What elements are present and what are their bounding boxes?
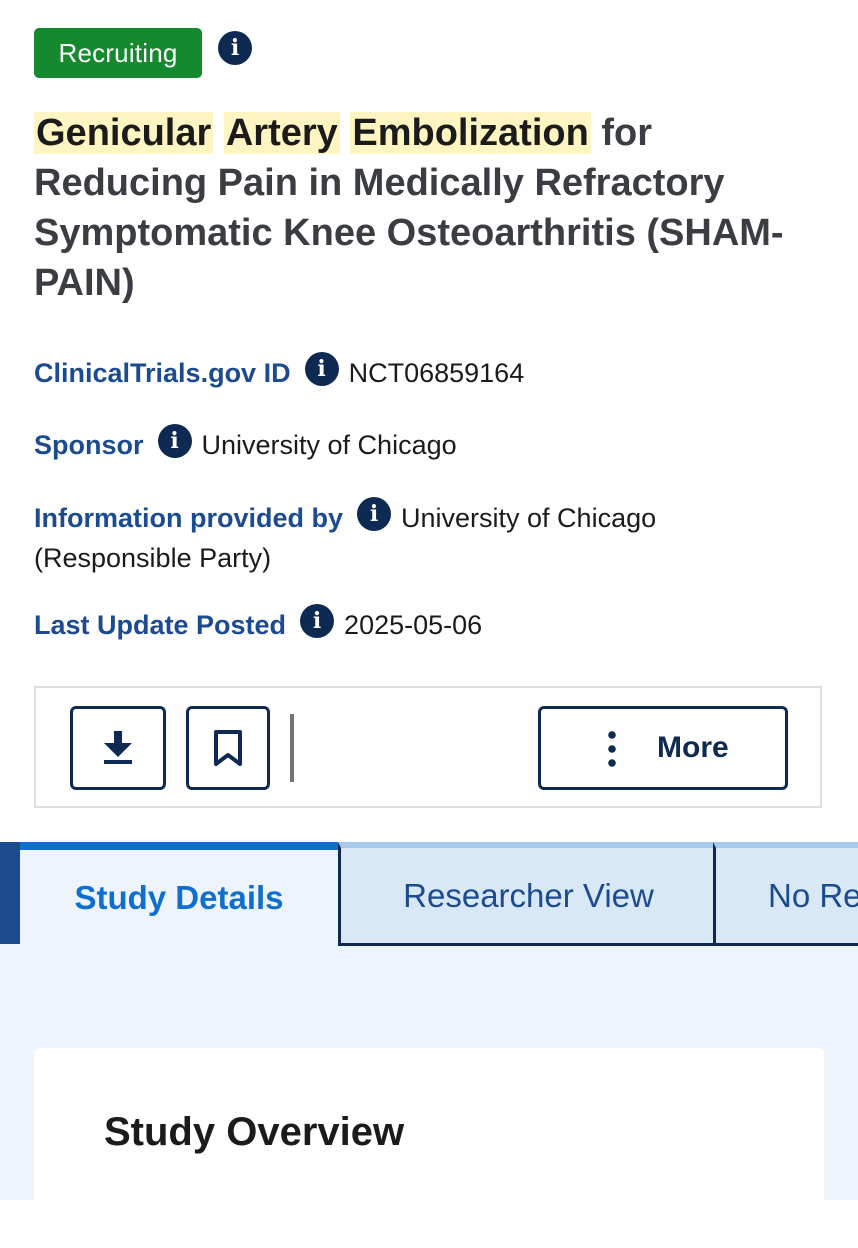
title-text: for bbox=[601, 112, 653, 154]
info-icon[interactable]: i bbox=[300, 604, 335, 638]
tab-strip: Study Details Researcher View No Re bbox=[0, 842, 858, 946]
bookmark-button[interactable] bbox=[186, 706, 270, 790]
divider bbox=[290, 714, 294, 782]
status-row: Recruiting i bbox=[34, 28, 252, 78]
study-overview-card: Study Overview bbox=[34, 1048, 824, 1248]
info-icon[interactable]: i bbox=[157, 424, 192, 458]
tab-researcher-view[interactable]: Researcher View bbox=[338, 842, 716, 946]
tab-strip-edge bbox=[0, 842, 20, 944]
action-bar: More bbox=[34, 686, 822, 808]
download-button[interactable] bbox=[70, 706, 166, 790]
bookmark-icon bbox=[214, 730, 242, 766]
download-icon bbox=[104, 731, 132, 764]
info-icon[interactable]: i bbox=[218, 31, 252, 65]
meta-last-update-row: Last Update Posted i 2025-05-06 bbox=[34, 604, 482, 645]
meta-value: 2025-05-06 bbox=[344, 610, 483, 640]
meta-info-provider-row: Information provided by i University of Ch… bbox=[34, 497, 656, 578]
meta-id-row: ClinicalTrials.gov ID i NCT06859164 bbox=[34, 352, 524, 393]
meta-label: Information provided by bbox=[34, 503, 344, 533]
meta-label: Last Update Posted bbox=[34, 610, 287, 640]
tabs-area: Study Details Researcher View No Re Stud… bbox=[0, 842, 858, 1248]
meta-value: University of Chicago bbox=[401, 503, 657, 533]
meta-label: ClinicalTrials.gov ID bbox=[34, 358, 291, 388]
meta-sponsor-row: Sponsor i University of Chicago bbox=[34, 424, 457, 465]
title-highlight-word: Artery bbox=[223, 112, 340, 154]
tab-study-details[interactable]: Study Details bbox=[20, 842, 338, 946]
status-badge: Recruiting bbox=[34, 28, 202, 78]
meta-label: Sponsor bbox=[34, 430, 144, 460]
title-text: Reducing Pain in Medically Refractory Sy… bbox=[34, 162, 784, 304]
title-highlight-word: Genicular bbox=[34, 112, 214, 154]
more-button-label: More bbox=[657, 731, 729, 764]
tab-no-results[interactable]: No Re bbox=[713, 842, 858, 946]
meta-value: NCT06859164 bbox=[348, 358, 525, 388]
section-title: Study Overview bbox=[104, 1110, 405, 1154]
meta-value: University of Chicago bbox=[201, 430, 457, 460]
more-button[interactable]: More bbox=[538, 706, 788, 790]
info-icon[interactable]: i bbox=[357, 497, 392, 531]
meta-value: (Responsible Party) bbox=[34, 543, 272, 573]
title-highlight-word: Embolization bbox=[350, 112, 591, 154]
page-title: Genicular Artery Embolization for Reduci… bbox=[34, 108, 824, 308]
more-vertical-icon bbox=[608, 731, 616, 767]
info-icon[interactable]: i bbox=[304, 352, 339, 386]
